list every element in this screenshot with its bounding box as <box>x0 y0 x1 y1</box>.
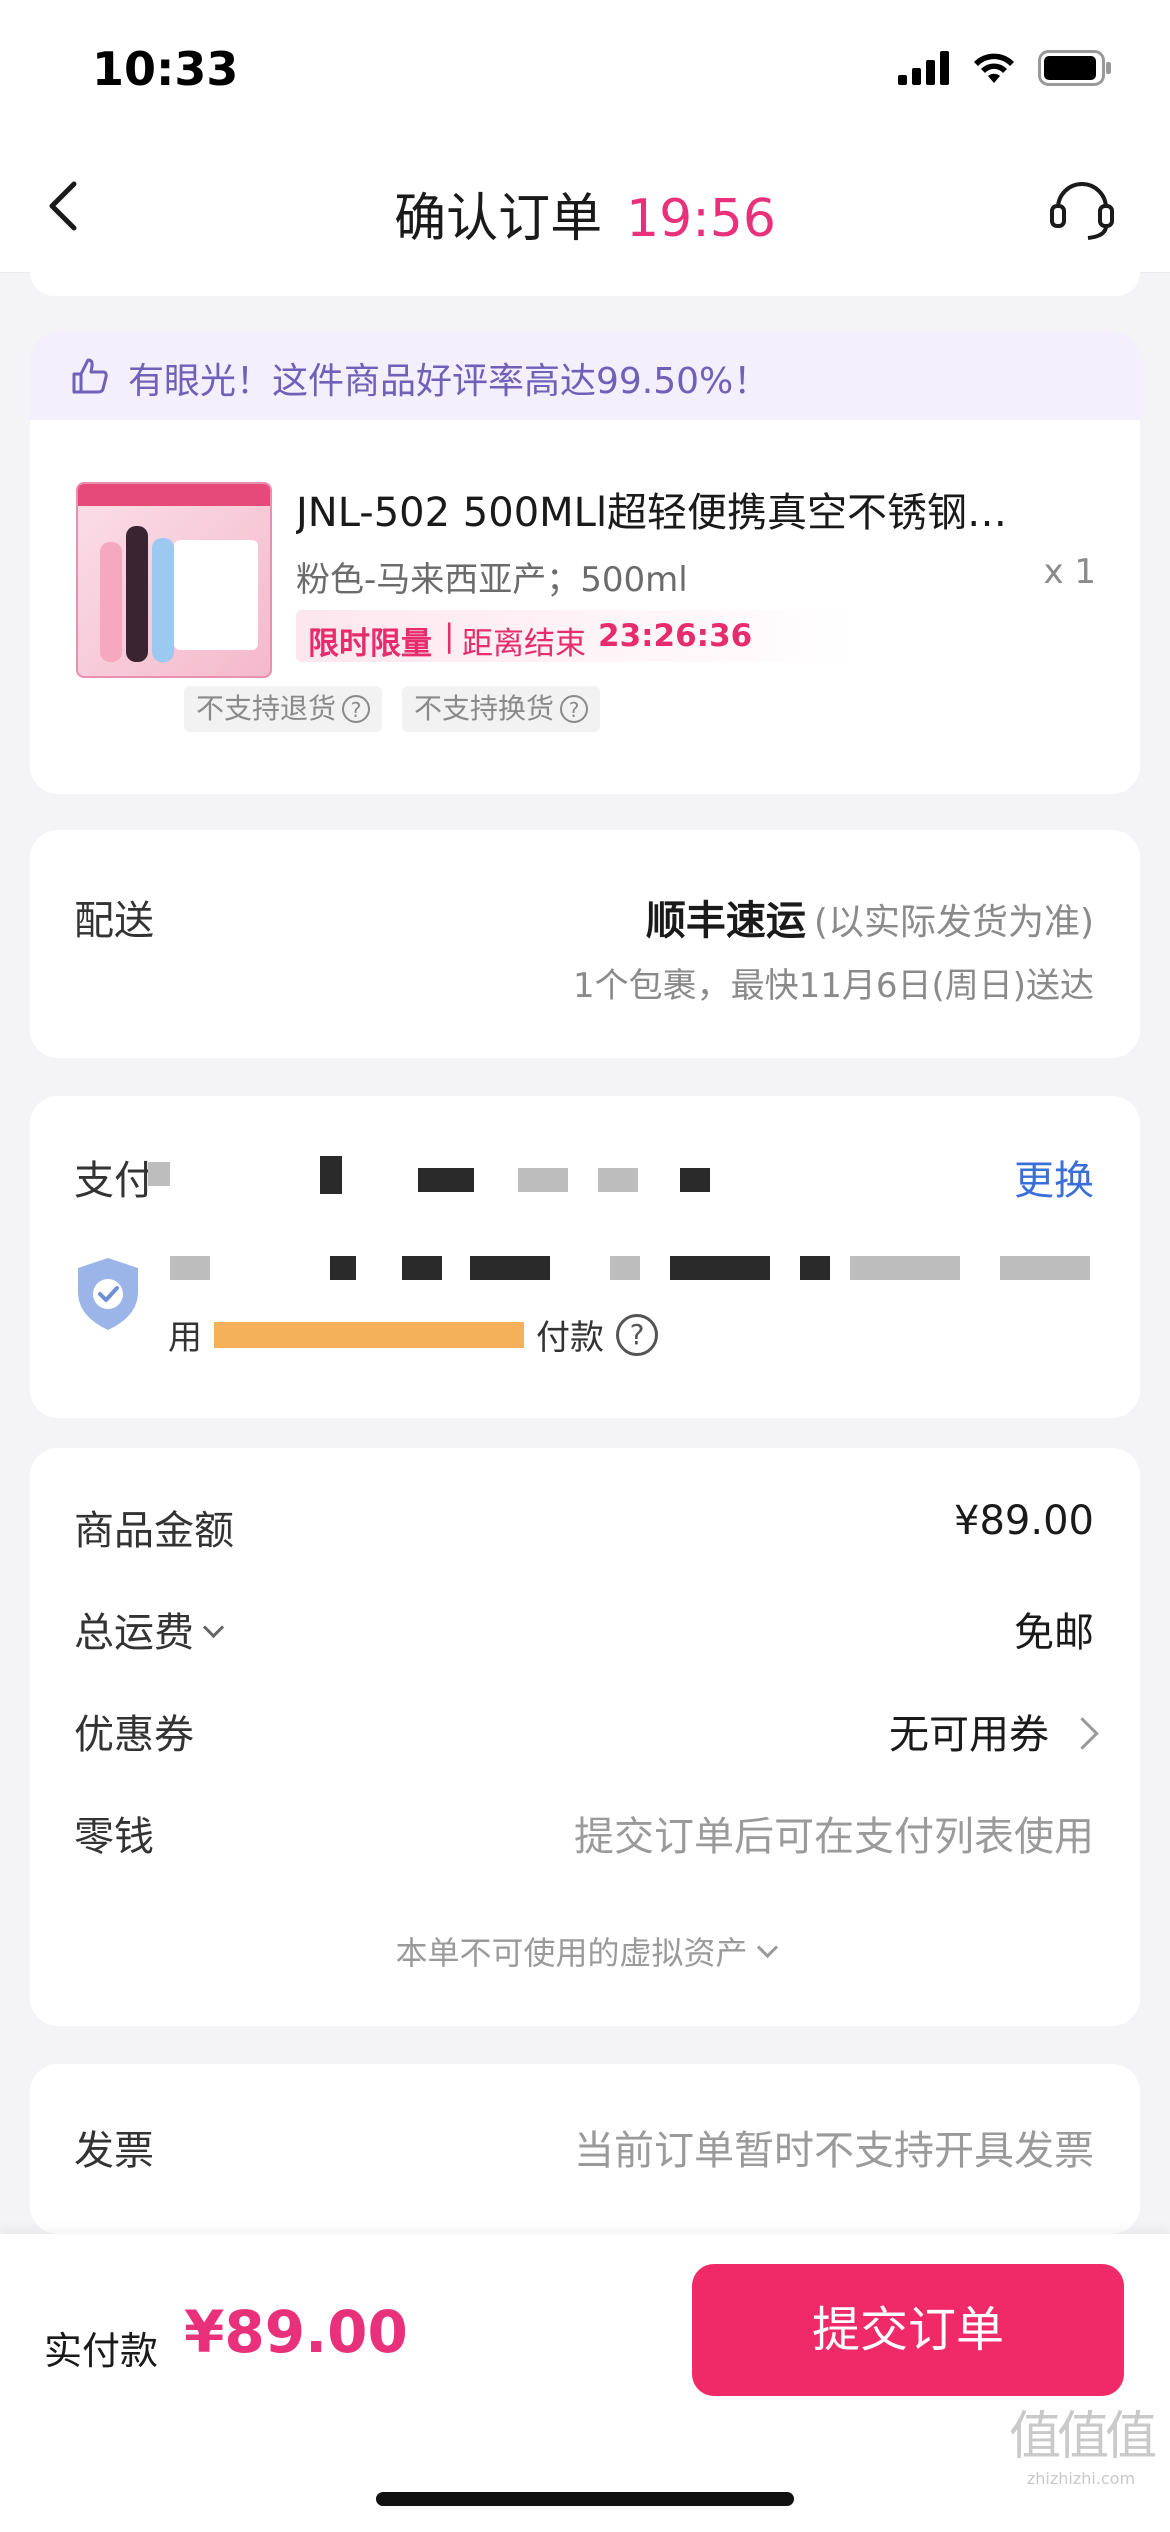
product-card[interactable]: JNL-502 500MLl超轻便携真空不锈钢… 粉色-马来西亚产；500ml … <box>30 420 1140 794</box>
status-time: 10:33 <box>92 42 239 96</box>
promo-strip: 限时限量 | 距离结束 23:26:36 <box>296 610 856 662</box>
product-brand-strip <box>78 484 270 506</box>
promo-separator: | <box>444 618 455 654</box>
product-quantity: x 1 <box>1043 552 1096 592</box>
shipping-value: 免邮 <box>1014 1610 1094 1656</box>
shipping-label-text: 总运费 <box>74 1610 194 1656</box>
praise-banner: 有眼光！这件商品好评率高达99.50%！ <box>30 332 1140 420</box>
address-card-bottom-edge <box>30 272 1140 296</box>
change-balance-value: 提交订单后可在支付列表使用 <box>574 1814 1094 1860</box>
bottle-dark <box>126 526 148 662</box>
delivery-card[interactable]: 配送 顺丰速运 (以实际发货为准) 1个包裹，最快11月6日(周日)送达 <box>30 830 1140 1058</box>
redacted-block <box>148 1162 170 1186</box>
order-countdown: 19:56 <box>626 189 776 249</box>
virtual-assets-toggle[interactable]: 本单不可使用的虚拟资产 <box>30 1928 1140 1974</box>
redacted-block <box>170 1256 210 1280</box>
page-title: 确认订单 19:56 <box>0 176 1170 251</box>
redacted-block <box>850 1256 960 1280</box>
price-card: 商品金额 ¥89.00 总运费 免邮 优惠券 无可用券 零钱 提交订单后可在支付… <box>30 1448 1140 2026</box>
payment-method-suffix: 付款 <box>536 1318 604 1358</box>
coupon-value-text: 无可用券 <box>889 1712 1049 1758</box>
invoice-card: 发票 当前订单暂时不支持开具发票 <box>30 2064 1140 2234</box>
change-balance-label: 零钱 <box>74 1814 154 1860</box>
no-return-chip[interactable]: 不支持退货 ? <box>184 686 383 732</box>
delivery-eta: 1个包裹，最快11月6日(周日)送达 <box>572 966 1094 1006</box>
help-icon: ? <box>560 695 589 723</box>
chevron-right-icon <box>1066 1716 1099 1750</box>
payment-card[interactable]: 支付 更换 用 付款 ? <box>30 1096 1140 1418</box>
nav-bar: 确认订单 19:56 <box>0 140 1170 273</box>
no-return-label: 不支持退货 <box>196 692 337 725</box>
invoice-label: 发票 <box>74 2128 154 2174</box>
redacted-block <box>402 1256 442 1280</box>
promo-timer: 23:26:36 <box>598 618 753 654</box>
chevron-down-icon <box>202 1616 225 1638</box>
redacted-block <box>470 1256 550 1280</box>
page-title-text: 确认订单 <box>394 189 603 249</box>
change-payment-link[interactable]: 更换 <box>1014 1148 1094 1206</box>
bottle-blue <box>152 538 174 662</box>
redacted-block <box>680 1168 710 1192</box>
virtual-assets-text: 本单不可使用的虚拟资产 <box>395 1934 748 1972</box>
change-balance-row: 零钱 提交订单后可在支付列表使用 <box>74 1804 1094 1864</box>
status-icons <box>898 50 1112 86</box>
redacted-block <box>320 1156 342 1194</box>
customer-service-icon[interactable] <box>1044 168 1120 244</box>
redacted-block <box>670 1256 770 1280</box>
carrier-note: (以实际发货为准) <box>813 902 1094 943</box>
praise-text: 有眼光！这件商品好评率高达99.50%！ <box>128 361 770 402</box>
product-thumbnail[interactable] <box>76 482 272 678</box>
product-title: JNL-502 500MLl超轻便携真空不锈钢… <box>296 490 1008 536</box>
pay-amount-label: 实付款 <box>44 2329 159 2373</box>
product-thumbnail-info <box>174 540 258 650</box>
wifi-icon <box>974 53 1014 83</box>
payment-method-prefix: 用 <box>168 1318 202 1358</box>
redacted-block <box>800 1256 830 1280</box>
payment-method-line: 用 付款 ? <box>168 1310 658 1359</box>
redacted-block <box>214 1321 524 1348</box>
redacted-block <box>1000 1256 1090 1280</box>
shipping-row[interactable]: 总运费 免邮 <box>74 1600 1094 1660</box>
site-watermark: 值值值 zhizhizhi.com <box>1006 2394 1157 2488</box>
status-bar: 10:33 <box>0 0 1170 140</box>
bottom-bar: 实付款 ¥89.00 提交订单 值值值 zhizhizhi.com <box>0 2234 1170 2532</box>
chevron-down-icon <box>756 1936 778 1958</box>
submit-order-button[interactable]: 提交订单 <box>692 2264 1124 2396</box>
bottle-pink <box>100 542 122 662</box>
pay-amount-value: ¥89.00 <box>184 2298 408 2366</box>
goods-amount-label: 商品金额 <box>74 1508 234 1554</box>
watermark-logo: 值值值 <box>1008 2407 1157 2467</box>
thumbs-up-icon <box>72 358 108 394</box>
redacted-block <box>518 1168 568 1192</box>
coupon-label: 优惠券 <box>74 1712 194 1758</box>
delivery-carrier: 顺丰速运 (以实际发货为准) <box>646 888 1094 946</box>
shield-check-icon <box>78 1258 138 1330</box>
invoice-value: 当前订单暂时不支持开具发票 <box>574 2128 1094 2174</box>
product-spec: 粉色-马来西亚产；500ml <box>296 560 688 600</box>
coupon-row[interactable]: 优惠券 无可用券 <box>74 1702 1099 1762</box>
goods-amount-value: ¥89.00 <box>954 1498 1094 1544</box>
home-indicator[interactable] <box>376 2492 794 2506</box>
help-icon[interactable]: ? <box>616 1313 658 1356</box>
delivery-label: 配送 <box>74 898 154 944</box>
help-icon: ? <box>342 695 371 723</box>
redacted-block <box>610 1256 640 1280</box>
no-exchange-chip[interactable]: 不支持换货 ? <box>402 686 601 732</box>
payment-label: 支付 <box>74 1158 154 1204</box>
watermark-url: zhizhizhi.com <box>1026 2469 1136 2488</box>
goods-amount-row: 商品金额 ¥89.00 <box>74 1498 1094 1558</box>
shipping-label[interactable]: 总运费 <box>74 1600 225 1658</box>
battery-icon <box>1038 50 1111 86</box>
coupon-value[interactable]: 无可用券 <box>889 1702 1099 1760</box>
promo-end-label: 距离结束 <box>462 626 586 662</box>
redacted-block <box>598 1168 638 1192</box>
redacted-block <box>418 1168 474 1192</box>
redacted-block <box>330 1256 356 1280</box>
promo-tag: 限时限量 <box>308 626 432 662</box>
no-exchange-label: 不支持换货 <box>414 692 555 725</box>
cellular-signal-icon <box>898 51 949 85</box>
carrier-name: 顺丰速运 <box>645 898 806 944</box>
